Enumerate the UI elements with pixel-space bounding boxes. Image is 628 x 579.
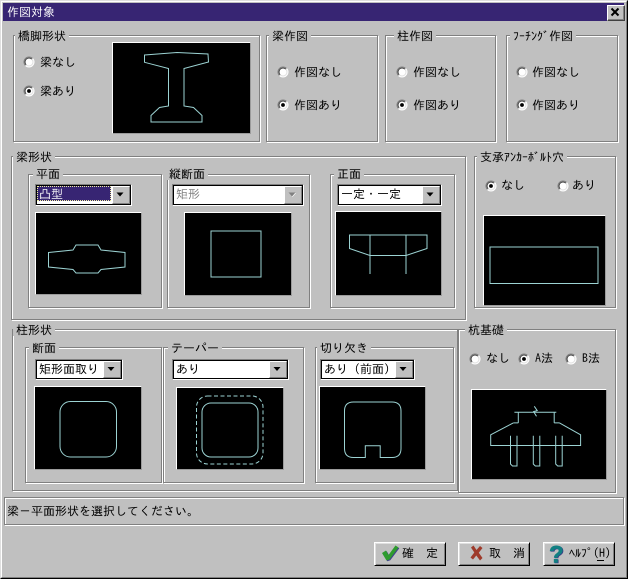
svg-text:?: ? xyxy=(549,543,564,565)
